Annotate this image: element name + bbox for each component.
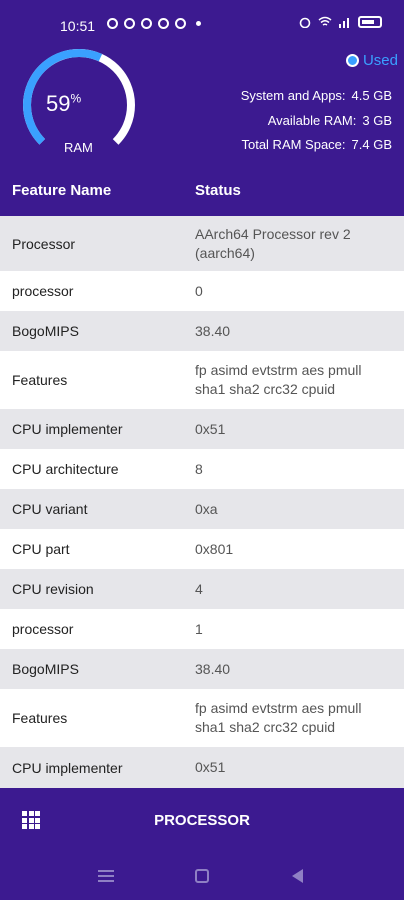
- available-ram-value: 3 GB: [362, 113, 392, 128]
- ram-percent: 59%: [46, 91, 81, 117]
- feature-name: CPU revision: [12, 581, 94, 597]
- feature-value: 0x51: [195, 420, 226, 437]
- table-row: CPU part 0x801: [0, 529, 404, 569]
- system-nav-bar: [0, 862, 404, 900]
- feature-name: Features: [12, 710, 68, 726]
- table-row: Features fp asimd evtstrm aes pmull sha1…: [0, 351, 404, 409]
- feature-name: processor: [12, 621, 74, 637]
- table-row: BogoMIPS 38.40: [0, 649, 404, 689]
- feature-name: CPU part: [12, 541, 70, 557]
- table-header: Feature Name Status: [0, 164, 404, 216]
- feature-value: 0x801: [195, 540, 234, 557]
- wifi-icon: [318, 16, 332, 26]
- total-ram-row: Total RAM Space: 7.4 GB: [241, 137, 392, 152]
- used-legend-dot: [345, 54, 359, 67]
- table-row: Features fp asimd evtstrm aes pmull sha1…: [0, 689, 404, 747]
- instagram-icon: [158, 18, 169, 29]
- feature-value: AArch64 Processor rev 2 (aarch64): [195, 225, 351, 261]
- table-row: CPU revision 4: [0, 569, 404, 609]
- feature-name: CPU architecture: [12, 461, 119, 477]
- table-row: CPU variant 0xa: [0, 489, 404, 529]
- home-button[interactable]: [195, 869, 209, 883]
- feature-value: 38.40: [195, 322, 231, 339]
- system-apps-value: 4.5 GB: [351, 88, 392, 103]
- total-ram-label: Total RAM Space:: [241, 137, 346, 152]
- feature-name: CPU implementer: [12, 421, 123, 437]
- total-ram-value: 7.4 GB: [351, 137, 392, 152]
- status-bar: 10:51: [0, 0, 404, 46]
- alarm-icon: [299, 17, 311, 28]
- play-icon: [107, 18, 118, 29]
- feature-name: BogoMIPS: [12, 661, 79, 677]
- table-row: CPU architecture 8: [0, 449, 404, 489]
- feature-value: 38.40: [195, 660, 231, 677]
- system-apps-row: System and Apps: 4.5 GB: [241, 88, 392, 103]
- ram-label: RAM: [64, 140, 93, 155]
- feature-name: processor: [12, 283, 74, 299]
- tiktok-icon: [141, 18, 152, 29]
- pinterest-icon: [175, 18, 186, 29]
- ram-header: 59% RAM Used System and Apps: 4.5 GB Avai…: [0, 46, 404, 164]
- table-row: CPU implementer 0x51: [0, 409, 404, 449]
- available-ram-row: Available RAM: 3 GB: [268, 113, 392, 128]
- feature-list[interactable]: Processor AArch64 Processor rev 2 (aarch…: [0, 216, 404, 788]
- back-button[interactable]: [292, 869, 303, 883]
- bottom-bar: PROCESSOR: [0, 788, 404, 900]
- feature-value: fp asimd evtstrm aes pmull sha1 sha2 crc…: [195, 700, 362, 735]
- column-header-feature: Feature Name: [12, 182, 112, 199]
- table-row: processor 1: [0, 609, 404, 649]
- table-row: CPU implementer 0x51: [0, 747, 404, 788]
- signal-icon: [339, 18, 349, 28]
- feature-value: 0x51: [195, 759, 226, 775]
- used-legend: Used: [345, 52, 398, 69]
- ram-percent-sign: %: [70, 91, 82, 106]
- recents-button[interactable]: [98, 870, 114, 882]
- table-row: BogoMIPS 38.40: [0, 311, 404, 351]
- battery-icon: [358, 16, 382, 28]
- screen-title: PROCESSOR: [154, 812, 250, 829]
- ram-percent-number: 59: [46, 91, 71, 116]
- table-row: processor 0: [0, 271, 404, 311]
- feature-value: 0: [195, 282, 203, 299]
- used-legend-label: Used: [362, 52, 398, 69]
- feature-name: CPU implementer: [12, 759, 123, 776]
- feature-value: 1: [195, 620, 203, 637]
- feature-value: 4: [195, 580, 203, 597]
- feature-name: Features: [12, 372, 68, 388]
- more-dot-icon: [196, 21, 201, 26]
- system-apps-label: System and Apps:: [240, 88, 346, 103]
- messenger-icon: [124, 18, 135, 29]
- status-time: 10:51: [60, 18, 96, 34]
- feature-name: Processor: [12, 235, 76, 252]
- feature-name: BogoMIPS: [12, 323, 79, 339]
- available-ram-label: Available RAM:: [267, 113, 357, 128]
- column-header-status: Status: [195, 182, 241, 199]
- feature-value: 0xa: [195, 500, 218, 517]
- feature-value: 8: [195, 460, 203, 477]
- table-row: Processor AArch64 Processor rev 2 (aarch…: [0, 216, 404, 271]
- system-icons: [298, 16, 382, 28]
- feature-value: fp asimd evtstrm aes pmull sha1 sha2 crc…: [195, 362, 362, 397]
- notification-icons: [107, 18, 201, 29]
- feature-name: CPU variant: [12, 501, 88, 517]
